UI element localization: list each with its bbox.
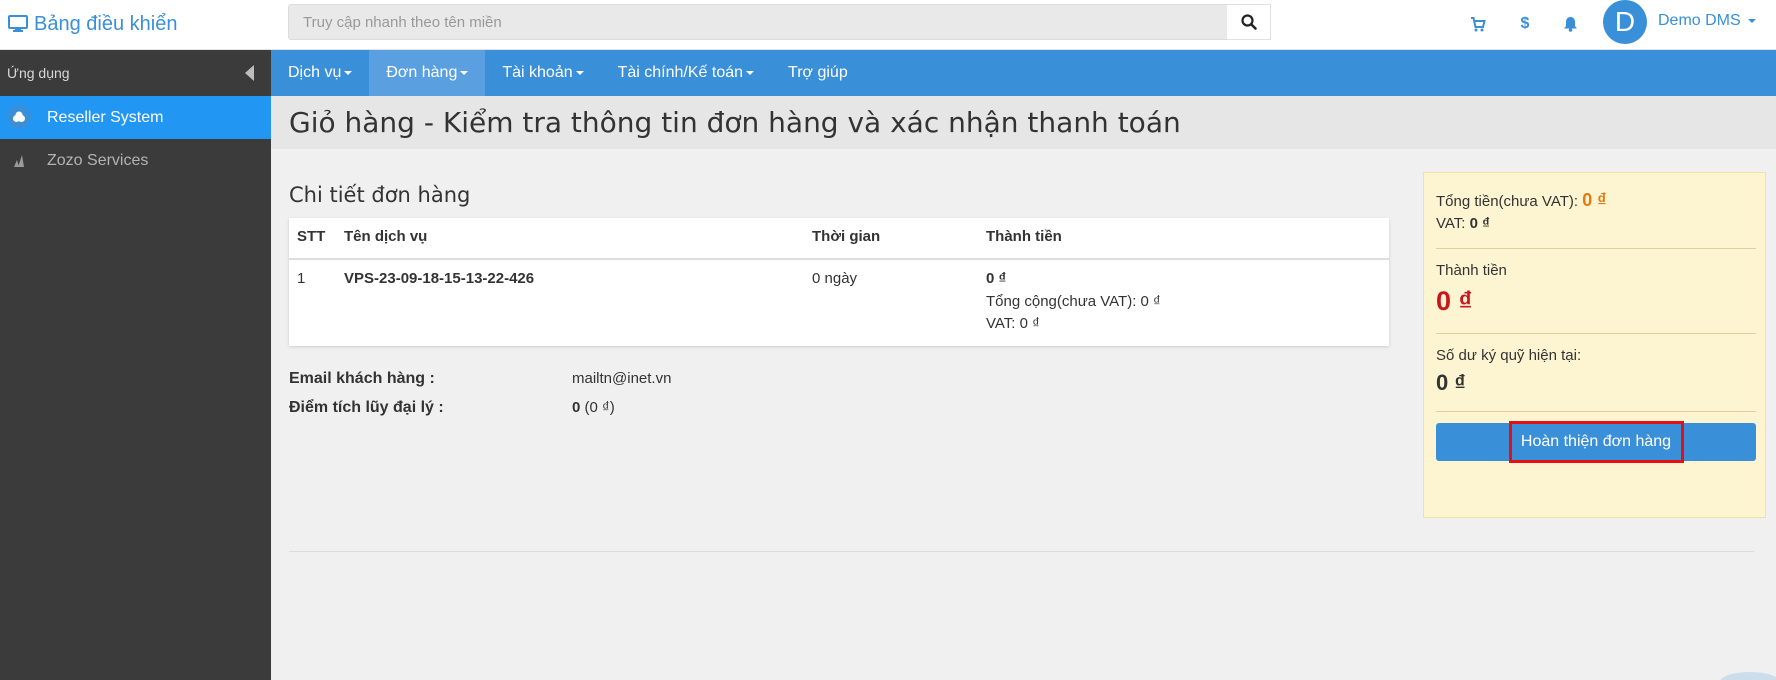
main-nav: Dịch vụ Đơn hàng Tài khoản Tài chính/Kế … [271,50,1776,96]
column-header-stt: STT [297,228,326,245]
user-name-label: Demo DMS [1658,12,1741,29]
row-vat: VAT: 0 ₫ [986,315,1040,332]
points-label: Điểm tích lũy đại lý : [289,399,444,416]
nav-item-services[interactable]: Dịch vụ [271,50,369,96]
sidebar: Ứng dụng Reseller System Zozo Services [0,50,271,680]
nav-label: Tài chính/Kế toán [617,64,744,81]
row-service-name: VPS-23-09-18-15-13-22-426 [344,270,535,287]
subtotal-label: Tổng tiền(chưa VAT): [1436,193,1579,210]
points-value-group: 0 (0 ₫) [572,399,615,416]
row-amount: 0 ₫ [986,270,1007,287]
dollar-icon: $ [1520,15,1530,32]
top-bar: Bảng điều khiển Truy cập nhanh theo tên … [0,0,1776,50]
balance-value: 0 ₫ [1436,370,1466,395]
cloud-icon [7,105,31,129]
nav-item-finance[interactable]: Tài chính/Kế toán [601,50,771,96]
total-value: 0 ₫ [1436,286,1473,316]
avatar[interactable]: D [1603,0,1647,44]
order-summary-panel: Tổng tiền(chưa VAT): 0 ₫ VAT: 0 ₫ Thành … [1423,172,1766,518]
monitor-icon [8,15,28,32]
column-header-service: Tên dịch vụ [344,228,428,245]
finance-button[interactable]: $ [1513,12,1537,36]
total-label: Thành tiền [1436,262,1507,279]
nav-item-orders[interactable]: Đơn hàng [369,50,486,96]
chevron-down-icon [460,71,469,75]
avatar-initial: D [1614,6,1636,37]
summary-divider [1436,248,1756,249]
search-button[interactable] [1227,4,1271,40]
search-input[interactable]: Truy cập nhanh theo tên miền [288,4,1271,40]
summary-divider [1436,333,1756,334]
cart-icon [1471,16,1486,31]
summary-divider [1436,411,1756,412]
cart-button[interactable] [1466,12,1490,36]
brand-link[interactable]: Bảng điều khiển [8,10,177,38]
notification-button[interactable] [1558,12,1582,36]
nav-label: Dịch vụ [288,64,342,81]
user-menu[interactable]: Demo DMS [1658,12,1757,30]
table-header-divider [289,258,1389,260]
order-section-title: Chi tiết đơn hàng [289,183,471,207]
points-value: 0 [572,399,581,416]
nav-item-account[interactable]: Tài khoản [485,50,600,96]
vat-row: VAT: 0 ₫ [1436,215,1490,232]
page-title: Giỏ hàng - Kiểm tra thông tin đơn hàng v… [289,106,1181,139]
subtotal-value: 0 ₫ [1582,190,1607,210]
page-header: Giỏ hàng - Kiểm tra thông tin đơn hàng v… [271,96,1776,149]
subtotal-row: Tổng tiền(chưa VAT): 0 ₫ [1436,190,1606,211]
sidebar-item-label: Zozo Services [47,151,149,169]
email-value: mailtn@inet.vn [572,370,672,387]
nav-label: Trợ giúp [788,64,848,81]
chevron-down-icon [575,71,584,75]
nav-label: Tài khoản [502,64,573,81]
vat-value: 0 ₫ [1469,215,1490,232]
vat-label: VAT: [1436,215,1466,232]
nav-label: Đơn hàng [386,64,458,81]
column-header-duration: Thời gian [812,228,881,245]
sidebar-item-label: Reseller System [47,108,164,126]
collapse-arrow-icon[interactable] [245,65,254,81]
chevron-down-icon [344,71,353,75]
chevron-down-icon [1748,18,1757,23]
email-label: Email khách hàng : [289,370,435,387]
brand-label: Bảng điều khiển [34,12,178,35]
sidebar-item-zozo-services[interactable]: Zozo Services [0,139,271,182]
balance-label: Số dư ký quỹ hiện tại: [1436,347,1582,364]
row-stt: 1 [297,270,306,287]
search-placeholder: Truy cập nhanh theo tên miền [303,13,502,31]
sidebar-heading: Ứng dụng [7,65,70,81]
row-subtotal: Tổng cộng(chưa VAT): 0 ₫ [986,293,1161,310]
column-header-amount: Thành tiền [986,228,1062,245]
nav-item-help[interactable]: Trợ giúp [771,50,865,96]
sidebar-header: Ứng dụng [0,50,271,96]
chevron-down-icon [746,71,755,75]
points-money: (0 ₫) [584,399,615,416]
highlight-box [1509,421,1684,463]
content-divider [289,551,1754,552]
zozo-logo-icon [7,148,31,172]
sidebar-item-reseller-system[interactable]: Reseller System [0,96,271,139]
order-table: STT Tên dịch vụ Thời gian Thành tiền 1 V… [289,218,1389,346]
search-icon [1240,14,1257,30]
row-duration: 0 ngày [812,270,858,287]
bell-icon [1563,17,1577,32]
chat-widget-edge[interactable] [1720,672,1776,680]
